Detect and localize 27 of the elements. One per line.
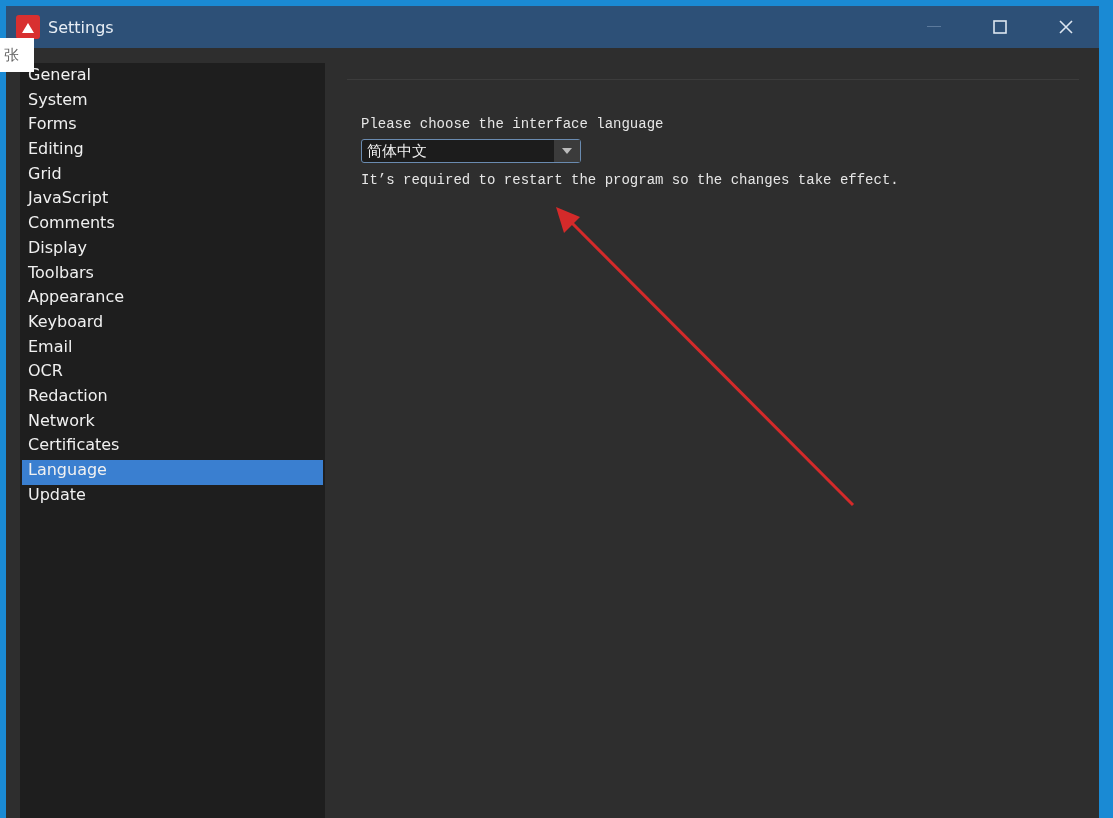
sidebar-item[interactable]: Email	[22, 336, 323, 362]
language-dropdown[interactable]: 简体中文	[361, 139, 581, 163]
sidebar-item[interactable]: Comments	[22, 213, 323, 238]
minimize-icon	[927, 26, 941, 28]
app-logo-icon	[16, 15, 40, 39]
sidebar-item[interactable]: Display	[22, 237, 323, 263]
sidebar-item[interactable]: Forms	[22, 114, 323, 140]
sidebar-item[interactable]: Grid	[22, 163, 323, 189]
sidebar-item[interactable]: OCR	[22, 361, 323, 386]
sidebar-item[interactable]: System	[22, 89, 323, 115]
sidebar-item[interactable]: Keyboard	[22, 311, 323, 337]
sidebar-item[interactable]: JavaScript	[22, 188, 323, 214]
sidebar-item[interactable]: Appearance	[22, 287, 323, 312]
sidebar-item[interactable]: Certificates	[22, 435, 323, 460]
sidebar-item[interactable]: Editing	[22, 139, 323, 164]
sidebar-item[interactable]: Redaction	[22, 385, 323, 411]
sidebar-item[interactable]: Toolbars	[22, 262, 323, 288]
caret-icon	[562, 148, 572, 154]
maximize-icon	[993, 20, 1007, 34]
close-icon	[1059, 20, 1073, 34]
window-title: Settings	[48, 17, 115, 37]
ime-candidate: 张	[0, 38, 34, 72]
sidebar-item[interactable]: Language	[22, 460, 323, 485]
restart-note: It’s required to restart the program so the changes take effect.	[361, 171, 899, 190]
sidebar-item[interactable]: Network	[22, 410, 323, 436]
sidebar-item[interactable]: Update	[22, 484, 323, 510]
language-prompt: Please choose the interface language	[361, 115, 664, 134]
